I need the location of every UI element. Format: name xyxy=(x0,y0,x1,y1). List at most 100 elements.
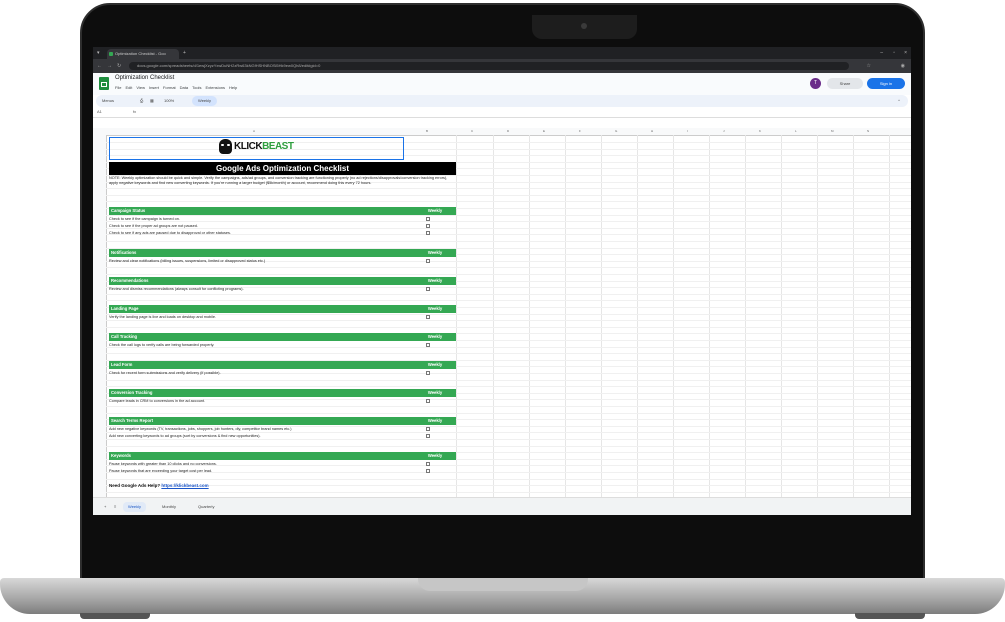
menu-format[interactable]: Format xyxy=(163,85,176,90)
menu-file[interactable]: File xyxy=(115,85,121,90)
column-gridline xyxy=(817,135,818,497)
section-header[interactable]: Keywords Weekly xyxy=(109,452,456,460)
toolbar-weekly-chip[interactable]: Weekly xyxy=(192,96,218,106)
column-gridline xyxy=(673,135,674,497)
menu-view[interactable]: View xyxy=(136,85,145,90)
checklist-item[interactable]: Review and dismiss recommendations (alwa… xyxy=(109,286,244,292)
checkbox[interactable] xyxy=(426,217,430,221)
tab-search-icon[interactable]: ▾ xyxy=(97,47,100,59)
section-header[interactable]: Campaign Status Weekly xyxy=(109,207,456,215)
minimize-icon[interactable]: – xyxy=(880,47,883,59)
row-gridline xyxy=(106,485,911,487)
column-header-f[interactable]: F xyxy=(579,128,581,135)
section-header[interactable]: Recommendations Weekly xyxy=(109,277,456,285)
section-header[interactable]: Notifications Weekly xyxy=(109,249,456,257)
checkbox[interactable] xyxy=(426,469,430,473)
checkbox[interactable] xyxy=(426,462,430,466)
checkbox[interactable] xyxy=(426,259,430,263)
section-header[interactable]: Lead Form Weekly xyxy=(109,361,456,369)
search-menus[interactable]: Menus xyxy=(102,95,114,107)
sheets-logo-icon[interactable] xyxy=(99,77,109,90)
row-gridline xyxy=(106,274,911,275)
weekly-note[interactable]: NOTE: Weekly optimization should be quic… xyxy=(109,176,454,186)
menu-tools[interactable]: Tools xyxy=(192,85,201,90)
sheet-tab-quarterly[interactable]: Quarterly xyxy=(193,502,219,512)
column-header-h[interactable]: H xyxy=(651,128,653,135)
column-header-j[interactable]: J xyxy=(723,128,725,135)
row-headers[interactable] xyxy=(93,135,107,497)
checkbox[interactable] xyxy=(426,427,430,431)
laptop-screen: ▾ Optimization Checklist - Goo + – ▫ × ←… xyxy=(93,47,911,515)
checklist-item[interactable]: Check the call logs to verify calls are … xyxy=(109,342,214,348)
name-box[interactable]: A1 xyxy=(97,107,102,117)
logo-text: KLICKBEAST xyxy=(234,141,294,152)
spreadsheet-grid[interactable]: A B C D E F G H I J K L M N KLICKBEAST G… xyxy=(93,128,911,497)
menu-data[interactable]: Data xyxy=(180,85,188,90)
paint-format-icon[interactable]: ▦ xyxy=(150,95,154,107)
column-header-n[interactable]: N xyxy=(867,128,869,135)
checklist-item[interactable]: Check for recent form submissions and ve… xyxy=(109,370,221,376)
checklist-title[interactable]: Google Ads Optimization Checklist xyxy=(109,162,456,175)
column-header-b[interactable]: B xyxy=(426,128,428,135)
checklist-item[interactable]: Pause keywords that are exceeding your t… xyxy=(109,468,212,474)
checkbox[interactable] xyxy=(426,343,430,347)
column-header-a[interactable]: A xyxy=(253,128,255,135)
new-tab-icon[interactable]: + xyxy=(183,47,186,59)
checklist-item[interactable]: Pause keywords with greater than 10 clic… xyxy=(109,461,217,467)
menu-extensions[interactable]: Extensions xyxy=(205,85,225,90)
browser-tab[interactable]: Optimization Checklist - Goo xyxy=(107,49,179,59)
menu-edit[interactable]: Edit xyxy=(125,85,132,90)
help-link[interactable]: https://klickbeast.com xyxy=(161,483,208,488)
laptop-opening-notch xyxy=(418,578,588,591)
checkbox[interactable] xyxy=(426,399,430,403)
column-header-g[interactable]: G xyxy=(615,128,617,135)
checklist-item[interactable]: Check to see if the campaign is turned o… xyxy=(109,216,180,222)
reload-icon[interactable]: ↻ xyxy=(117,61,121,71)
checkbox[interactable] xyxy=(426,434,430,438)
column-header-k[interactable]: K xyxy=(759,128,761,135)
share-button[interactable]: Share xyxy=(827,78,863,89)
checklist-item[interactable]: Check to see if the proper ad groups are… xyxy=(109,223,198,229)
section-header[interactable]: Conversion Tracking Weekly xyxy=(109,389,456,397)
section-header[interactable]: Search Terms Report Weekly xyxy=(109,417,456,425)
checkbox[interactable] xyxy=(426,224,430,228)
section-header[interactable]: Landing Page Weekly xyxy=(109,305,456,313)
column-header-i[interactable]: I xyxy=(687,128,688,135)
column-header-c[interactable]: C xyxy=(471,128,473,135)
maximize-icon[interactable]: ▫ xyxy=(893,47,895,59)
close-icon[interactable]: × xyxy=(904,47,907,59)
section-header[interactable]: Call Tracking Weekly xyxy=(109,333,456,341)
collapse-toolbar-icon[interactable]: ^ xyxy=(898,95,900,107)
checklist-item[interactable]: Add new negative keywords (TV, transacti… xyxy=(109,426,292,432)
checkbox[interactable] xyxy=(426,231,430,235)
document-title[interactable]: Optimization Checklist xyxy=(115,75,174,81)
column-header-m[interactable]: M xyxy=(831,128,834,135)
sign-in-button[interactable]: Sign in xyxy=(867,78,905,89)
star-icon[interactable]: ☆ xyxy=(867,61,871,71)
section-name: Keywords xyxy=(111,453,132,458)
menu-help[interactable]: Help xyxy=(229,85,237,90)
checkbox[interactable] xyxy=(426,371,430,375)
checklist-item[interactable]: Add new converting keywords to ad groups… xyxy=(109,433,261,439)
checkbox[interactable] xyxy=(426,287,430,291)
profile-button[interactable]: ◉ xyxy=(901,61,905,71)
checklist-item[interactable]: Verify the landing page is live and load… xyxy=(109,314,216,320)
back-icon[interactable]: ← xyxy=(97,61,102,71)
checklist-item[interactable]: Review and clear notifications (billing … xyxy=(109,258,265,264)
sheet-tab-monthly[interactable]: Monthly xyxy=(157,502,181,512)
checkbox[interactable] xyxy=(426,315,430,319)
all-sheets-icon[interactable]: ≡ xyxy=(109,502,121,512)
column-header-l[interactable]: L xyxy=(795,128,797,135)
forward-icon[interactable]: → xyxy=(107,61,112,71)
zoom-select[interactable]: 100% xyxy=(164,95,174,107)
column-gridline xyxy=(709,135,710,497)
sheet-tab-weekly[interactable]: Weekly xyxy=(123,502,147,512)
avatar[interactable]: T xyxy=(810,78,821,89)
column-header-d[interactable]: D xyxy=(507,128,509,135)
column-header-e[interactable]: E xyxy=(543,128,545,135)
print-icon[interactable]: ⎙ xyxy=(140,95,143,107)
url-field[interactable]: docs.google.com/spreadsheets/d/1ewjXzyzY… xyxy=(129,62,849,70)
checklist-item[interactable]: Compare leads in CRM to conversions in t… xyxy=(109,398,205,404)
menu-insert[interactable]: Insert xyxy=(149,85,159,90)
checklist-item[interactable]: Check to see if any ads are paused due t… xyxy=(109,230,231,236)
